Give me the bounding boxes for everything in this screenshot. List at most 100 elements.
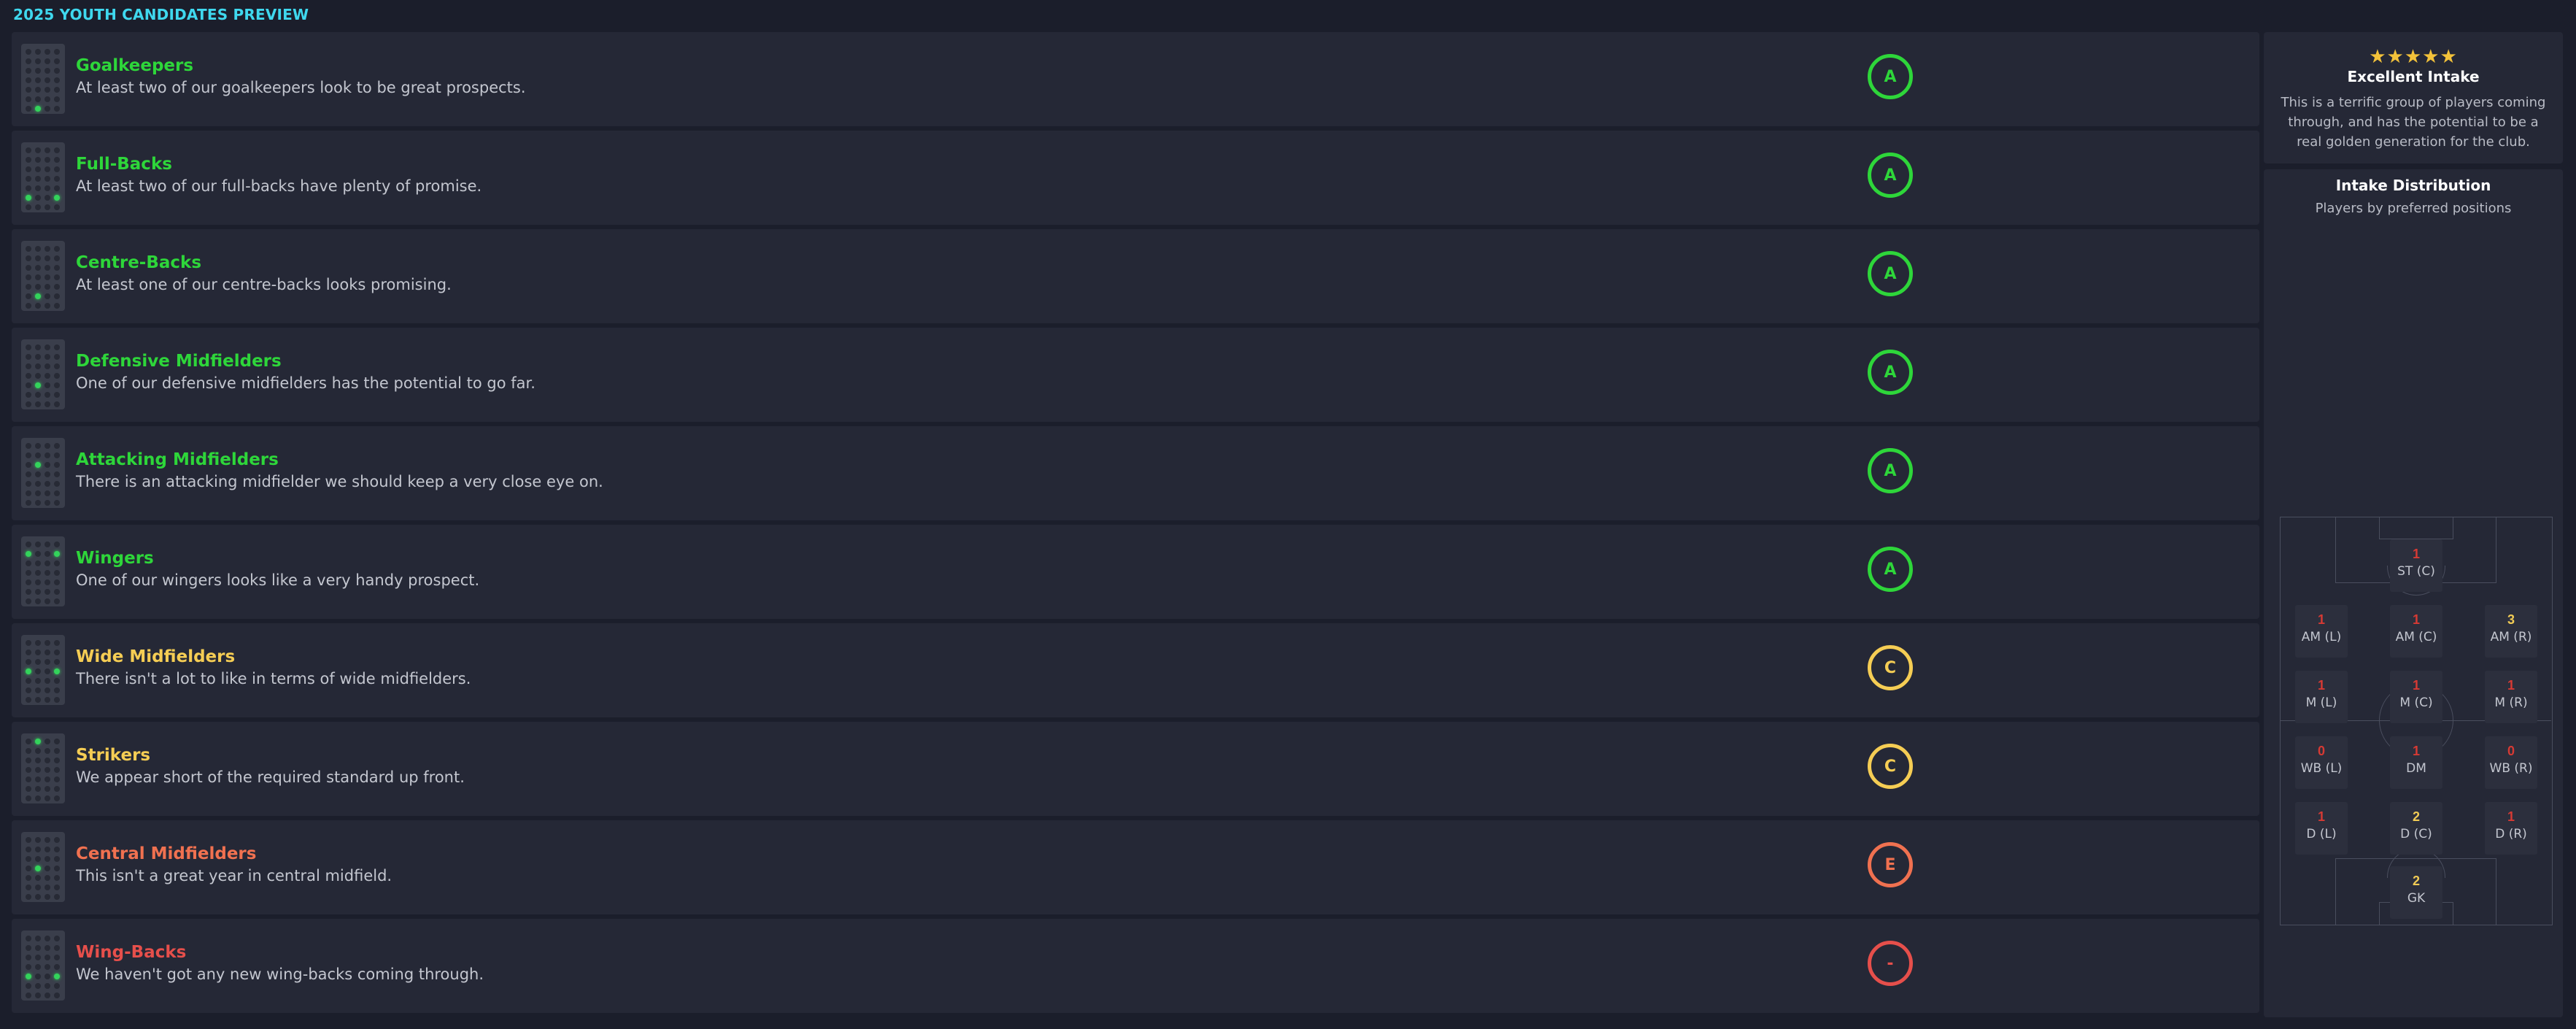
formation-dot xyxy=(45,481,50,487)
grade-badge: E xyxy=(1868,842,1913,887)
top-goal-box xyxy=(2379,517,2453,539)
formation-dot xyxy=(35,373,41,379)
formation-dot xyxy=(26,303,31,309)
formation-dot xyxy=(45,885,50,890)
category-row-full-backs[interactable]: Full-Backs At least two of our full-back… xyxy=(12,131,2259,225)
formation-dot xyxy=(26,363,31,369)
formation-dot xyxy=(26,49,31,55)
formation-dot xyxy=(54,993,60,998)
formation-dot xyxy=(45,166,50,172)
formation-dot xyxy=(35,363,41,369)
formation-dot xyxy=(54,885,60,890)
formation-dot xyxy=(45,668,50,674)
category-row-goalkeepers[interactable]: Goalkeepers At least two of our goalkeep… xyxy=(12,32,2259,126)
formation-dot xyxy=(45,974,50,979)
position-d-l[interactable]: 1 D (L) xyxy=(2295,802,2348,855)
formation-dot xyxy=(45,894,50,900)
formation-dot xyxy=(26,856,31,862)
category-row-attacking-midfielders[interactable]: Attacking Midfielders There is an attack… xyxy=(12,426,2259,520)
category-description: There isn't a lot to like in terms of wi… xyxy=(76,670,471,687)
position-count: 1 xyxy=(2412,744,2420,758)
category-name: Central Midfielders xyxy=(76,844,257,863)
position-m-r[interactable]: 1 M (R) xyxy=(2485,671,2537,723)
formation-dot xyxy=(26,255,31,261)
position-count: 1 xyxy=(2507,809,2515,824)
formation-dot xyxy=(26,77,31,83)
formation-dot xyxy=(26,246,31,252)
position-d-r[interactable]: 1 D (R) xyxy=(2485,802,2537,855)
position-label: ST (C) xyxy=(2397,564,2435,579)
position-am-l[interactable]: 1 AM (L) xyxy=(2295,605,2348,658)
position-d-c[interactable]: 2 D (C) xyxy=(2390,802,2442,855)
formation-dot xyxy=(35,176,41,182)
category-row-strikers[interactable]: Strikers We appear short of the required… xyxy=(12,722,2259,816)
category-row-wingers[interactable]: Wingers One of our wingers looks like a … xyxy=(12,525,2259,619)
formation-dot xyxy=(45,866,50,871)
formation-dot xyxy=(35,344,41,350)
formation-dot xyxy=(35,847,41,852)
formation-dot xyxy=(26,382,31,388)
formation-dot xyxy=(26,579,31,585)
position-dm[interactable]: 1 DM xyxy=(2390,736,2442,789)
formation-dot xyxy=(35,274,41,280)
formation-dot xyxy=(26,560,31,566)
position-label: DM xyxy=(2406,761,2426,776)
position-m-c[interactable]: 1 M (C) xyxy=(2390,671,2442,723)
formation-dot xyxy=(54,974,60,979)
formation-dot xyxy=(35,401,41,407)
formation-dot xyxy=(26,983,31,989)
grade-badge: A xyxy=(1868,251,1913,296)
position-gk[interactable]: 2 GK xyxy=(2390,866,2442,919)
formation-dot xyxy=(35,936,41,941)
formation-dot xyxy=(35,964,41,970)
position-st-c[interactable]: 1 ST (C) xyxy=(2390,539,2442,592)
position-label: GK xyxy=(2407,891,2426,906)
category-row-wide-midfielders[interactable]: Wide Midfielders There isn't a lot to li… xyxy=(12,623,2259,717)
position-wb-r[interactable]: 0 WB (R) xyxy=(2485,736,2537,789)
formation-dot xyxy=(45,373,50,379)
category-row-central-midfielders[interactable]: Central Midfielders This isn't a great y… xyxy=(12,820,2259,914)
category-row-defensive-midfielders[interactable]: Defensive Midfielders One of our defensi… xyxy=(12,328,2259,422)
position-count: 2 xyxy=(2412,874,2420,888)
formation-dot xyxy=(54,204,60,210)
category-row-wing-backs[interactable]: Wing-Backs We haven't got any new wing-b… xyxy=(12,919,2259,1013)
formation-dot xyxy=(26,687,31,693)
formation-dot xyxy=(54,875,60,881)
formation-dot xyxy=(35,945,41,951)
formation-dot xyxy=(35,265,41,271)
category-name: Wingers xyxy=(76,549,154,568)
position-am-c[interactable]: 1 AM (C) xyxy=(2390,605,2442,658)
formation-dot xyxy=(45,936,50,941)
formation-dot xyxy=(26,767,31,773)
category-name: Attacking Midfielders xyxy=(76,450,279,469)
formation-dot xyxy=(45,49,50,55)
formation-dot xyxy=(35,795,41,801)
formation-dot xyxy=(35,678,41,684)
formation-dot xyxy=(35,68,41,74)
position-wb-l[interactable]: 0 WB (L) xyxy=(2295,736,2348,789)
formation-defensive-mid-icon xyxy=(21,339,65,409)
formation-dot xyxy=(26,758,31,763)
formation-dot xyxy=(54,697,60,703)
formation-dot xyxy=(26,274,31,280)
distribution-title: Intake Distribution xyxy=(2335,177,2491,194)
formation-dot xyxy=(26,490,31,496)
formation-dot xyxy=(45,255,50,261)
formation-dot xyxy=(54,955,60,960)
formation-dot xyxy=(35,157,41,163)
formation-dot xyxy=(54,748,60,754)
category-name: Wing-Backs xyxy=(76,943,187,962)
formation-dot xyxy=(35,500,41,506)
position-am-r[interactable]: 3 AM (R) xyxy=(2485,605,2537,658)
formation-dot xyxy=(26,894,31,900)
formation-dot xyxy=(35,955,41,960)
category-description: We appear short of the required standard… xyxy=(76,768,465,786)
category-name: Defensive Midfielders xyxy=(76,352,282,371)
formation-dot xyxy=(35,284,41,290)
formation-dot xyxy=(35,885,41,890)
position-m-l[interactable]: 1 M (L) xyxy=(2295,671,2348,723)
formation-dot xyxy=(26,993,31,998)
position-count: 2 xyxy=(2412,809,2420,824)
category-row-centre-backs[interactable]: Centre-Backs At least one of our centre-… xyxy=(12,229,2259,323)
formation-dot xyxy=(35,758,41,763)
